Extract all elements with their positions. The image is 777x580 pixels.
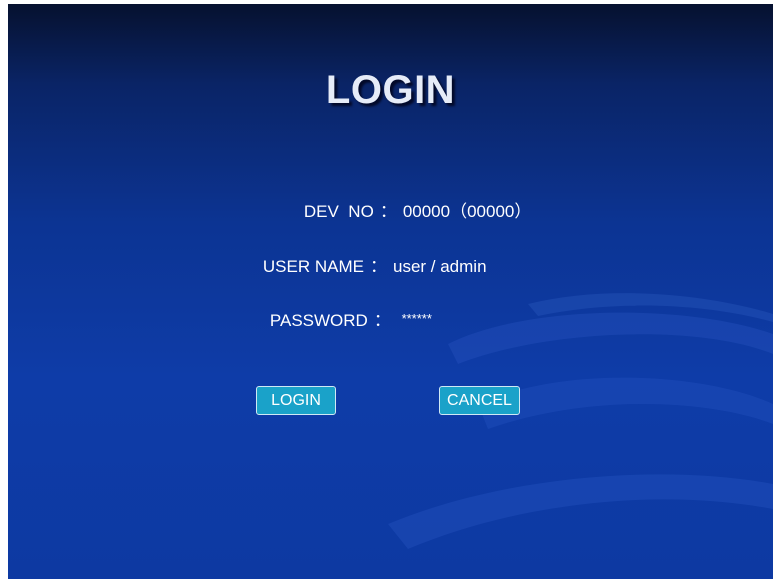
page-title: LOGIN [325, 68, 456, 112]
login-screen: LOGIN DEV NO ： 00000（00000） USER NAME ： user… [8, 4, 773, 579]
password-label: PASSWORD [269, 311, 368, 330]
user-name-value: user / admin [392, 257, 487, 276]
user-name-separator: ： [369, 257, 387, 276]
password-value: ****** [401, 311, 432, 326]
dev-no-value: 00000（00000） [402, 202, 532, 221]
password-row: PASSWORD ： ****** [251, 286, 432, 351]
user-name-label: USER NAME [262, 257, 364, 276]
password-separator: ： [373, 311, 391, 330]
login-button[interactable]: LOGIN [256, 386, 336, 415]
dev-no-label: DEV NO [303, 202, 374, 221]
dev-no-separator: ： [379, 202, 397, 221]
cancel-button[interactable]: CANCEL [439, 386, 520, 415]
